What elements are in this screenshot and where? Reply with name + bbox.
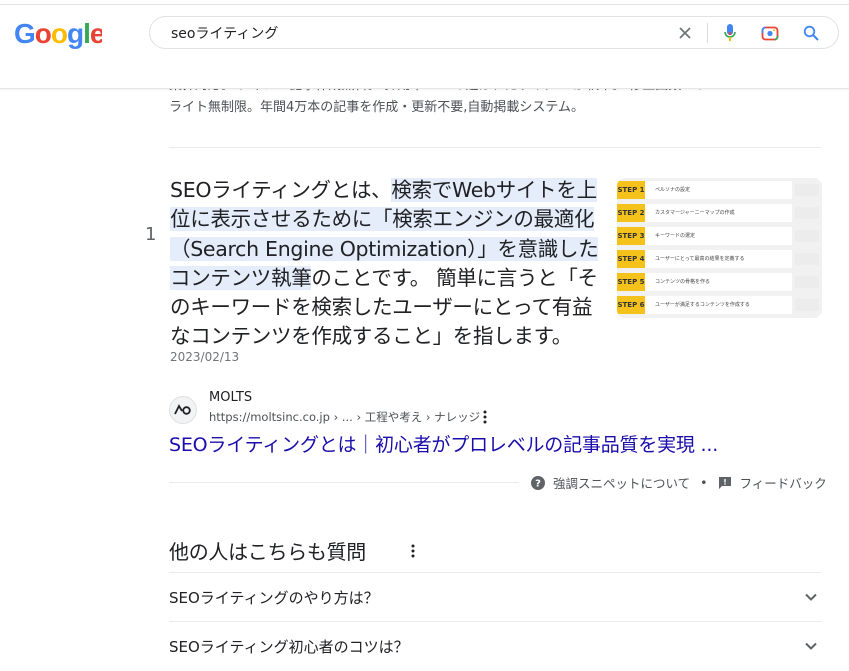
- clear-icon[interactable]: [675, 23, 695, 43]
- step-illustration: [795, 230, 819, 242]
- step-illustration: [795, 184, 819, 196]
- feedback-link[interactable]: フィードバック: [740, 473, 827, 492]
- chevron-down-icon[interactable]: [803, 589, 819, 605]
- search-icon[interactable]: [801, 23, 821, 43]
- chevron-down-icon[interactable]: [803, 638, 819, 654]
- previous-result-line: ライト無制限。年間4万本の記事を作成・更新不要,自動掲載システム。: [169, 100, 585, 115]
- step-text: ユーザーにとって最高の結果を定義する: [645, 250, 792, 268]
- people-also-ask-title: 他の人はこちらも質問: [169, 540, 366, 564]
- lens-camera-icon[interactable]: [760, 23, 780, 43]
- site-name[interactable]: MOLTS: [209, 390, 252, 405]
- step-illustration: [795, 253, 819, 265]
- thumbnail-step: STEP 1 ペルソナの設定: [617, 181, 822, 199]
- feedback-icon: [718, 476, 732, 490]
- step-illustration: [795, 276, 819, 288]
- search-input[interactable]: seoライティング: [171, 23, 278, 43]
- thumbnail-step: STEP 5 コンテンツの骨格を作る: [617, 273, 822, 291]
- about-featured-snippets-link[interactable]: 強調スニペットについて: [553, 473, 690, 492]
- search-header: Google seoライティング: [0, 0, 849, 89]
- step-text: コンテンツの骨格を作る: [645, 273, 792, 291]
- question-text: SEOライティングのやり方は？: [169, 589, 379, 607]
- step-tag: STEP 4: [617, 250, 645, 268]
- step-tag: STEP 5: [617, 273, 645, 291]
- result-title-link[interactable]: SEOライティングとは｜初心者がプロレベルの記事品質を実現 ...: [169, 430, 718, 457]
- feedback-divider: [169, 482, 519, 483]
- more-options-icon[interactable]: [478, 409, 492, 425]
- section-divider: [169, 147, 821, 148]
- step-text: キーワードの選定: [645, 227, 792, 245]
- step-illustration: [795, 207, 819, 219]
- step-tag: STEP 6: [617, 296, 645, 314]
- snippet-feedback-bar: ? 強調スニペットについて • フィードバック: [531, 473, 827, 492]
- top-border: [0, 4, 849, 5]
- site-url-breadcrumb[interactable]: https://moltsinc.co.jp › ... › 工程や考え › ナ…: [209, 409, 480, 425]
- step-tag: STEP 1: [617, 181, 645, 199]
- snippet-date: 2023/02/13: [170, 350, 240, 364]
- step-tag: STEP 3: [617, 227, 645, 245]
- google-logo[interactable]: Google: [14, 18, 102, 50]
- separator-dot: •: [700, 475, 708, 490]
- search-box[interactable]: seoライティング: [149, 16, 839, 49]
- featured-snippet-marker: 1: [145, 224, 157, 245]
- help-circle-icon: ?: [531, 475, 545, 490]
- step-illustration: [795, 299, 819, 311]
- microphone-icon[interactable]: [720, 23, 740, 43]
- question-text: SEOライティング初心者のコツは？: [169, 638, 409, 656]
- step-text: ペルソナの設定: [645, 181, 792, 199]
- snippet-text-segment: SEOライティングとは、: [170, 178, 392, 202]
- more-options-icon[interactable]: [406, 542, 420, 560]
- svg-text:?: ?: [535, 478, 541, 489]
- question-row[interactable]: SEOライティング初心者のコツは？: [169, 622, 821, 671]
- snippet-thumbnail[interactable]: STEP 1 ペルソナの設定 STEP 2 カスタマージャーニーマップの作成 S…: [617, 178, 822, 318]
- svg-text:Google: Google: [14, 18, 102, 49]
- step-text: ユーザーが満足するコンテンツを作成する: [645, 296, 792, 314]
- molts-logo-icon: [174, 404, 191, 415]
- thumbnail-step: STEP 3 キーワードの選定: [617, 227, 822, 245]
- thumbnail-step: STEP 2 カスタマージャーニーマップの作成: [617, 204, 822, 222]
- site-favicon[interactable]: [169, 396, 197, 424]
- thumbnail-step: STEP 4 ユーザーにとって最高の結果を定義する: [617, 250, 822, 268]
- step-text: カスタマージャーニーマップの作成: [645, 204, 792, 222]
- search-box-separator: [707, 23, 708, 43]
- thumbnail-step: STEP 6 ユーザーが満足するコンテンツを作成する: [617, 296, 822, 314]
- featured-snippet-text: SEOライティングとは、検索でWebサイトを上位に表示させるために「検索エンジン…: [170, 176, 600, 352]
- step-tag: STEP 2: [617, 204, 645, 222]
- question-row[interactable]: SEOライティングのやり方は？: [169, 573, 821, 622]
